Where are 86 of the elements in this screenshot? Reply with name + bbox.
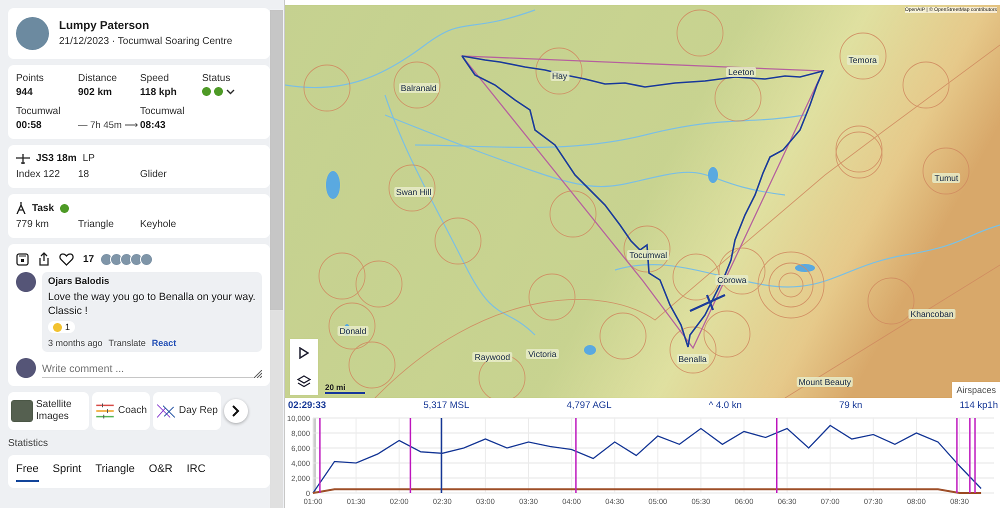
play-icon — [299, 347, 309, 359]
place-label: Corowa — [715, 275, 749, 286]
cursor-time: 02:29:33 — [288, 400, 326, 412]
airspaces-button[interactable]: Airspaces — [952, 382, 1000, 398]
stat-tab[interactable]: Triangle — [95, 462, 135, 482]
stat-tab[interactable]: Sprint — [52, 462, 82, 482]
photo-placeholder — [11, 400, 33, 422]
stat-value: 118 kph — [140, 87, 178, 98]
ground-speed: 79 kn — [839, 400, 862, 412]
comment-text: Love the way you go to Benalla on your way. Classic ! — [48, 290, 256, 318]
altitude-agl: 4,797 AGL — [566, 400, 612, 412]
crossed-lines-icon — [156, 402, 176, 420]
sliders-icon — [95, 402, 115, 420]
stat-label: Status — [202, 73, 232, 84]
place-label: Donald — [337, 326, 368, 336]
place-label: Victoria — [526, 348, 558, 359]
pilot-name: Lumpy Paterson — [59, 20, 150, 32]
altitude-msl: 5,317 MSL — [423, 400, 470, 412]
comment-author: Ojars Balodis — [48, 276, 110, 287]
user-avatar — [16, 272, 36, 292]
liker-avatar[interactable] — [120, 252, 134, 266]
task-distance: 779 km — [16, 219, 50, 230]
task-title: Task — [32, 202, 54, 214]
place-label: Raywood — [472, 352, 512, 362]
comment-age: 3 months ago — [48, 338, 103, 348]
stat-label: Speed — [140, 73, 170, 84]
task-sector-label: Keyhole — [140, 219, 178, 230]
resize-handle-icon[interactable] — [254, 370, 262, 378]
place-label: Mount Beauty — [796, 377, 854, 388]
leg-speed: 114 kp1h — [960, 400, 998, 412]
map-scale: 20 mi — [325, 383, 365, 394]
glider-registration: LP — [82, 153, 95, 164]
glider-icon — [16, 154, 30, 164]
glider-marker-icon — [688, 294, 726, 312]
stat-value: 944 — [16, 87, 34, 98]
task-status-dot-icon — [60, 204, 70, 212]
stat-label: Distance — [78, 73, 118, 84]
glider-model: JS3 18m — [36, 153, 77, 164]
glider-index: Index 122 — [16, 169, 61, 180]
scrollbar[interactable] — [270, 10, 283, 508]
translate-link[interactable]: Translate — [108, 338, 146, 348]
climb-rate: ^ 4.0 kn — [708, 400, 742, 412]
flight-duration: — 7h 45m ⟶ — [78, 119, 138, 131]
profile-photo — [16, 17, 49, 50]
stat-value: 902 km — [78, 87, 113, 98]
place-label: Tumut — [932, 172, 960, 183]
share-icon[interactable] — [38, 252, 50, 266]
liker-avatar[interactable] — [140, 252, 154, 266]
compass-icon — [16, 202, 26, 214]
task-type-label: Triangle — [78, 219, 115, 230]
heart-icon[interactable] — [59, 252, 74, 266]
landing-time: 08:43 — [140, 120, 167, 131]
place-label: Tocumwal — [627, 250, 670, 260]
glider-class: 18 — [78, 169, 90, 180]
user-avatar — [16, 358, 36, 378]
tool-card[interactable]: Coach — [92, 392, 150, 430]
layers-icon — [297, 374, 311, 388]
landing-place: Tocumwal — [140, 106, 186, 117]
chevron-right-icon — [232, 404, 240, 417]
status-dot-icon — [202, 87, 211, 96]
place-label: Temora — [846, 55, 879, 66]
takeoff-place: Tocumwal — [16, 106, 62, 117]
reaction-chip[interactable]: 1 — [48, 321, 76, 334]
flight-date-site: 21/12/2023 · Tocumwal Soaring Centre — [59, 36, 232, 47]
stat-label: Points — [16, 73, 45, 84]
chevron-down-icon[interactable] — [226, 88, 235, 94]
liker-avatar[interactable] — [130, 252, 144, 266]
stat-tab[interactable]: IRC — [186, 462, 206, 482]
comment-field[interactable]: Write comment ... — [42, 362, 254, 378]
place-label: Khancoban — [908, 308, 956, 318]
tool-card[interactable]: Satellite Images — [8, 392, 89, 430]
next-button[interactable] — [224, 398, 248, 423]
section-title: Statistics — [8, 438, 50, 449]
save-icon[interactable] — [16, 252, 29, 266]
smiley-icon — [53, 322, 62, 332]
liker-avatar[interactable] — [100, 252, 114, 266]
status-dot-icon — [214, 87, 223, 96]
react-link[interactable]: React — [152, 338, 176, 348]
place-label: Leeton — [726, 66, 756, 77]
stat-tab[interactable]: O&R — [148, 462, 173, 482]
tool-card[interactable]: Day Rep — [152, 392, 221, 430]
stat-tab[interactable]: Free — [16, 462, 39, 482]
takeoff-time: 00:58 — [16, 120, 43, 131]
like-count[interactable]: 17 — [83, 254, 94, 264]
liker-avatar[interactable] — [110, 252, 124, 266]
aircraft-type: Glider — [140, 169, 168, 180]
